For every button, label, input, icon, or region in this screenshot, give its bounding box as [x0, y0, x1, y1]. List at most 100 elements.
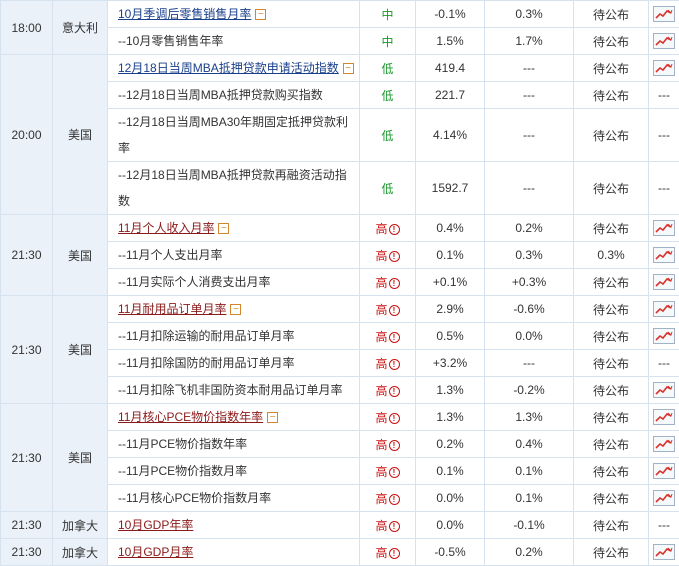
collapse-toggle-icon[interactable]: − — [255, 9, 266, 20]
importance-cell: 高! — [360, 485, 416, 512]
line-chart-icon[interactable] — [653, 382, 675, 398]
line-chart-icon[interactable] — [653, 436, 675, 452]
event-cell: 11月耐用品订单月率− — [108, 296, 360, 323]
importance-label: 高 — [375, 465, 387, 479]
importance-label: 高 — [375, 384, 387, 398]
forecast-value: 0.3% — [485, 1, 574, 28]
previous-value: 0.0% — [416, 485, 485, 512]
forecast-value: -0.1% — [485, 512, 574, 539]
previous-value: 0.0% — [416, 512, 485, 539]
country-name: 美国 — [53, 296, 108, 404]
importance-label: 高 — [375, 492, 387, 506]
importance-cell: 中 — [360, 1, 416, 28]
previous-value: 0.1% — [416, 242, 485, 269]
forecast-value: --- — [485, 55, 574, 82]
previous-value: 4.14% — [416, 109, 485, 162]
forecast-value: 1.7% — [485, 28, 574, 55]
no-chart-placeholder: --- — [658, 356, 670, 370]
economic-calendar-table: 18:00意大利10月季调后零售销售月率−中-0.1%0.3%待公布--10月零… — [0, 0, 679, 566]
actual-value: 待公布 — [574, 431, 649, 458]
event-link[interactable]: 10月季调后零售销售月率 — [118, 7, 251, 21]
alert-icon: ! — [389, 224, 400, 235]
importance-label: 低 — [381, 62, 393, 76]
line-chart-icon[interactable] — [653, 247, 675, 263]
event-link[interactable]: 10月GDP年率 — [118, 518, 193, 532]
country-name: 美国 — [53, 404, 108, 512]
event-cell: --11月PCE物价指数年率 — [108, 431, 360, 458]
previous-value: +0.1% — [416, 269, 485, 296]
importance-label: 高 — [375, 357, 387, 371]
forecast-value: 0.2% — [485, 539, 574, 566]
line-chart-icon[interactable] — [653, 301, 675, 317]
collapse-toggle-icon[interactable]: − — [267, 412, 278, 423]
sub-event-label: --11月扣除飞机非国防资本耐用品订单月率 — [118, 383, 342, 397]
line-chart-icon[interactable] — [653, 60, 675, 76]
alert-icon: ! — [389, 467, 400, 478]
alert-icon: ! — [389, 413, 400, 424]
importance-cell: 高! — [360, 269, 416, 296]
forecast-value: 0.1% — [485, 458, 574, 485]
event-link[interactable]: 10月GDP月率 — [118, 545, 193, 559]
line-chart-icon[interactable] — [653, 409, 675, 425]
chart-cell — [649, 377, 679, 404]
line-chart-icon[interactable] — [653, 274, 675, 290]
alert-icon: ! — [389, 332, 400, 343]
importance-label: 高 — [375, 546, 387, 560]
forecast-value: -0.6% — [485, 296, 574, 323]
forecast-value: 0.1% — [485, 485, 574, 512]
sub-event-label: --10月零售销售年率 — [118, 34, 223, 48]
importance-cell: 高! — [360, 539, 416, 566]
line-chart-icon[interactable] — [653, 544, 675, 560]
event-cell: --12月18日当周MBA30年期固定抵押贷款利率 — [108, 109, 360, 162]
event-cell: --11月实际个人消费支出月率 — [108, 269, 360, 296]
line-chart-icon[interactable] — [653, 490, 675, 506]
line-chart-icon[interactable] — [653, 220, 675, 236]
event-cell: 10月季调后零售销售月率− — [108, 1, 360, 28]
line-chart-icon[interactable] — [653, 33, 675, 49]
event-cell: 10月GDP月率 — [108, 539, 360, 566]
actual-value: 待公布 — [574, 404, 649, 431]
chart-cell — [649, 431, 679, 458]
importance-label: 高 — [375, 276, 387, 290]
chart-cell — [649, 215, 679, 242]
country-name: 美国 — [53, 55, 108, 215]
actual-value: 待公布 — [574, 215, 649, 242]
chart-cell — [649, 539, 679, 566]
alert-icon: ! — [389, 305, 400, 316]
importance-cell: 中 — [360, 28, 416, 55]
collapse-toggle-icon[interactable]: − — [230, 304, 241, 315]
table-row: 21:30美国11月耐用品订单月率−高!2.9%-0.6%待公布 — [1, 296, 679, 323]
event-cell: --12月18日当周MBA抵押贷款购买指数 — [108, 82, 360, 109]
line-chart-icon[interactable] — [653, 6, 675, 22]
release-time: 18:00 — [1, 1, 53, 55]
event-link[interactable]: 11月核心PCE物价指数年率 — [118, 410, 263, 424]
line-chart-icon[interactable] — [653, 328, 675, 344]
alert-icon: ! — [389, 494, 400, 505]
event-cell: --11月扣除飞机非国防资本耐用品订单月率 — [108, 377, 360, 404]
forecast-value: 0.2% — [485, 215, 574, 242]
table-row: 20:00美国12月18日当周MBA抵押贷款申请活动指数−低419.4---待公… — [1, 55, 679, 82]
previous-value: 2.9% — [416, 296, 485, 323]
collapse-toggle-icon[interactable]: − — [218, 223, 229, 234]
previous-value: 1.3% — [416, 404, 485, 431]
chart-cell — [649, 1, 679, 28]
country-name: 美国 — [53, 215, 108, 296]
importance-cell: 高! — [360, 512, 416, 539]
previous-value: 0.4% — [416, 215, 485, 242]
forecast-value: +0.3% — [485, 269, 574, 296]
actual-value: 待公布 — [574, 1, 649, 28]
line-chart-icon[interactable] — [653, 463, 675, 479]
collapse-toggle-icon[interactable]: − — [343, 63, 354, 74]
event-link[interactable]: 11月耐用品订单月率 — [118, 302, 226, 316]
actual-value: 待公布 — [574, 350, 649, 377]
event-link[interactable]: 11月个人收入月率 — [118, 221, 214, 235]
actual-value: 待公布 — [574, 458, 649, 485]
event-link[interactable]: 12月18日当周MBA抵押贷款申请活动指数 — [118, 61, 339, 75]
actual-value: 待公布 — [574, 82, 649, 109]
importance-cell: 高! — [360, 377, 416, 404]
alert-icon: ! — [389, 548, 400, 559]
sub-event-label: --11月PCE物价指数年率 — [118, 437, 247, 451]
previous-value: 1.5% — [416, 28, 485, 55]
country-name: 意大利 — [53, 1, 108, 55]
release-time: 20:00 — [1, 55, 53, 215]
